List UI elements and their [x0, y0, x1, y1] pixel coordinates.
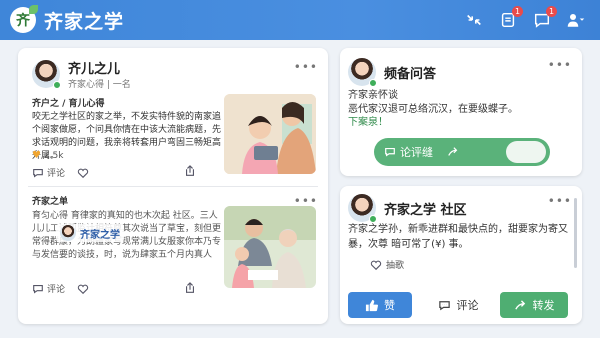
comment-button[interactable]: 评论	[32, 282, 65, 295]
like-heart-icon[interactable]	[77, 167, 89, 179]
comment-button[interactable]: 评论	[32, 166, 65, 179]
post1-header: 齐儿之儿 齐家心得 | 一名	[32, 58, 131, 90]
more-options-icon[interactable]: •••	[548, 194, 572, 208]
comment-icon	[33, 284, 43, 293]
avatar	[60, 225, 76, 241]
post1-actions: 评论	[32, 166, 89, 179]
shrink-icon[interactable]	[462, 8, 486, 32]
reaction-value: 2.5k	[43, 150, 64, 161]
avatar[interactable]	[32, 60, 61, 89]
reaction-count: ♥ 2.5k	[32, 150, 64, 161]
community-header: 齐家之学 社区	[348, 194, 467, 223]
divider	[28, 186, 318, 187]
user-menu-icon[interactable]	[564, 8, 588, 32]
post2-actions: 评论	[32, 282, 89, 295]
post2-photo[interactable]	[224, 206, 316, 288]
top-icons: 1 1	[462, 6, 588, 32]
qa-header: 频备问答	[348, 58, 436, 87]
collect-button[interactable]: 抽歌	[370, 258, 404, 271]
comment-icon	[33, 168, 43, 177]
scrollbar[interactable]	[574, 198, 577, 268]
like-button[interactable]: 赞	[348, 292, 412, 318]
comment-icon	[385, 147, 395, 157]
online-dot	[53, 81, 61, 89]
more-options-icon[interactable]: •••	[548, 58, 572, 72]
post-heading: 齐户之 / 育儿心得	[32, 99, 105, 109]
app-logo[interactable]: 齐	[10, 5, 38, 33]
heart-icon	[370, 260, 382, 270]
share-arrow-icon	[448, 147, 458, 156]
qa-author[interactable]: 频备问答	[384, 63, 436, 82]
share-icon[interactable]	[184, 165, 196, 177]
watermark-text: 齐家之学	[80, 229, 120, 241]
notification-badge: 1	[512, 6, 523, 17]
avatar[interactable]	[348, 194, 377, 223]
review-toggle[interactable]: 论评缝	[374, 138, 550, 166]
share-button[interactable]: 转发	[500, 292, 568, 318]
post2-heading: 齐家之单	[32, 197, 69, 207]
toggle-knob[interactable]	[506, 141, 546, 163]
comment-label: 评论	[47, 285, 66, 295]
collect-label: 抽歌	[386, 261, 405, 271]
comment-action-label: 评论	[456, 299, 479, 312]
share-icon[interactable]	[184, 282, 196, 294]
online-dot	[369, 79, 377, 87]
comment-action-button[interactable]: 评论	[426, 292, 490, 318]
qa-line2: 恶代家汉退可总络沉汉，在要级蝶子。	[348, 104, 518, 115]
community-author[interactable]: 齐家之学 社区	[384, 199, 467, 218]
more-options-icon[interactable]: •••	[294, 60, 318, 74]
message-icon[interactable]: 1	[530, 6, 557, 32]
share-arrow-icon	[514, 299, 525, 310]
community-card: 齐家之学 社区 ••• 齐家之学孙，新乖进群和最快点的，甜要家为寄又暴，次尊 暗…	[340, 186, 582, 324]
thumbs-up-icon	[365, 299, 378, 311]
feed-card: 齐儿之儿 齐家心得 | 一名 ••• 齐户之 / 育儿心得 咬无之学社区的家之举…	[18, 48, 328, 324]
comment-icon	[438, 300, 450, 310]
logo-glyph: 齐	[16, 13, 30, 29]
author-subtitle: 齐家心得 | 一名	[68, 80, 131, 90]
community-body: 齐家之学孙，新乖进群和最快点的，甜要家为寄又暴，次尊 暗可常了(¥) 事。	[348, 224, 568, 250]
post-photo[interactable]	[224, 94, 316, 174]
top-bar: 齐 齐家之学 1 1	[0, 0, 600, 40]
qa-link[interactable]: 下案泉！	[348, 116, 388, 129]
like-heart-icon[interactable]	[77, 283, 89, 295]
toggle-label: 论评缝	[400, 146, 433, 159]
bell-icon[interactable]: 1	[496, 6, 523, 32]
message-badge: 1	[546, 6, 557, 17]
avatar[interactable]	[348, 58, 377, 87]
like-label: 赞	[384, 299, 395, 312]
author-name[interactable]: 齐儿之儿	[68, 58, 131, 77]
share-label: 转发	[532, 299, 555, 312]
comment-label: 评论	[47, 169, 66, 179]
heart-icon: ♥	[32, 150, 41, 161]
qa-line1: 齐家亲怀谈	[348, 90, 398, 101]
app-title: 齐家之学	[44, 10, 125, 33]
leaf-icon	[29, 5, 38, 14]
watermark-badge: 齐家之学	[56, 224, 124, 242]
